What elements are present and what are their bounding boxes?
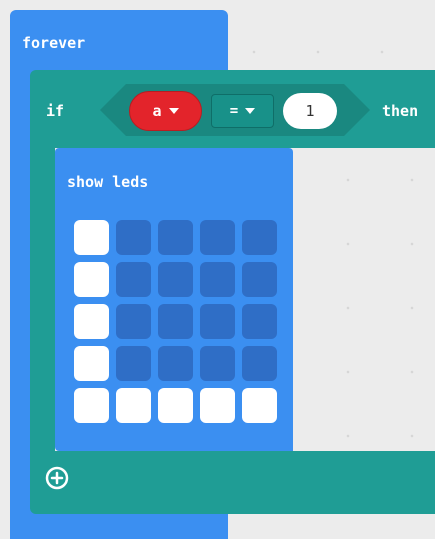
led-cell-r1-c2[interactable] bbox=[158, 262, 193, 297]
led-cell-r0-c2[interactable] bbox=[158, 220, 193, 255]
led-cell-r1-c0[interactable] bbox=[74, 262, 109, 297]
variable-dropdown[interactable]: a bbox=[129, 91, 202, 131]
led-cell-r0-c3[interactable] bbox=[200, 220, 235, 255]
led-cell-r2-c2[interactable] bbox=[158, 304, 193, 339]
led-cell-r2-c0[interactable] bbox=[74, 304, 109, 339]
show-leds-label: show leds bbox=[67, 173, 149, 191]
led-grid bbox=[74, 220, 284, 423]
led-cell-r0-c4[interactable] bbox=[242, 220, 277, 255]
led-cell-r4-c1[interactable] bbox=[116, 388, 151, 423]
plus-circle-icon bbox=[45, 466, 69, 490]
led-cell-r1-c1[interactable] bbox=[116, 262, 151, 297]
led-cell-r1-c3[interactable] bbox=[200, 262, 235, 297]
add-else-button[interactable] bbox=[44, 465, 70, 491]
if-label: if bbox=[46, 102, 65, 120]
led-cell-r2-c4[interactable] bbox=[242, 304, 277, 339]
led-cell-r0-c0[interactable] bbox=[74, 220, 109, 255]
led-cell-r4-c2[interactable] bbox=[158, 388, 193, 423]
led-cell-r4-c3[interactable] bbox=[200, 388, 235, 423]
value-input[interactable]: 1 bbox=[283, 93, 337, 129]
led-cell-r2-c1[interactable] bbox=[116, 304, 151, 339]
value-text: 1 bbox=[305, 102, 315, 120]
led-cell-r4-c0[interactable] bbox=[74, 388, 109, 423]
led-cell-r0-c1[interactable] bbox=[116, 220, 151, 255]
led-cell-r3-c2[interactable] bbox=[158, 346, 193, 381]
caret-down-icon bbox=[245, 108, 256, 114]
forever-label: forever bbox=[22, 34, 86, 52]
caret-down-icon bbox=[168, 108, 179, 114]
led-cell-r2-c3[interactable] bbox=[200, 304, 235, 339]
led-cell-r4-c4[interactable] bbox=[242, 388, 277, 423]
led-cell-r3-c3[interactable] bbox=[200, 346, 235, 381]
operator-dropdown[interactable]: = bbox=[211, 94, 274, 128]
led-cell-r1-c4[interactable] bbox=[242, 262, 277, 297]
led-cell-r3-c4[interactable] bbox=[242, 346, 277, 381]
led-cell-r3-c1[interactable] bbox=[116, 346, 151, 381]
operator-symbol: = bbox=[229, 103, 239, 119]
variable-name: a bbox=[152, 102, 162, 120]
led-cell-r3-c0[interactable] bbox=[74, 346, 109, 381]
then-label: then bbox=[382, 102, 419, 120]
